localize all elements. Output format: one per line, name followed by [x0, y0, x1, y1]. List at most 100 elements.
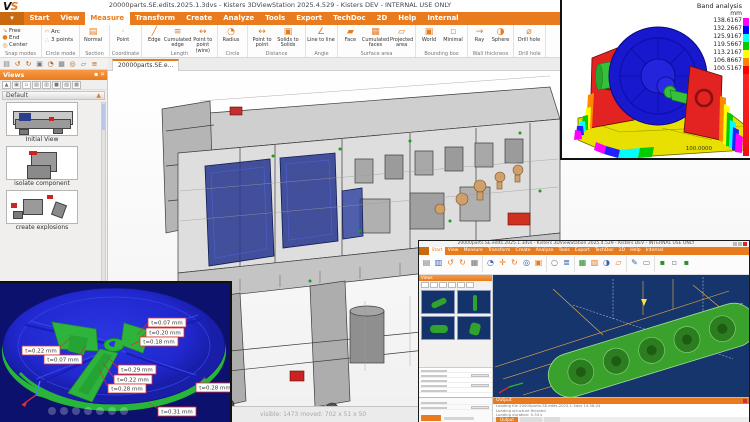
document-tab[interactable]: 20000parts.SE.e...	[112, 59, 179, 71]
settings-icon[interactable]: ≡	[90, 60, 99, 68]
view-tool-icon[interactable]: ▨	[62, 81, 71, 89]
fit-icon[interactable]: ▦	[57, 60, 66, 68]
projected-area-button[interactable]: ▱Projected area	[389, 26, 414, 49]
win2-view-thumbnail[interactable]	[457, 316, 491, 340]
edge-button[interactable]: ╱Edge	[143, 26, 166, 49]
views-section-default[interactable]: Default▲	[2, 91, 105, 100]
clip-icon[interactable]: ▱	[613, 256, 624, 269]
structure-icon[interactable]: ≣	[561, 256, 572, 269]
zoom-in-icon[interactable]: ◔	[485, 256, 496, 269]
cumulated-edge-button[interactable]: ≡Cumulated edge	[166, 26, 190, 49]
views-grid-icon[interactable]: ▦	[577, 256, 588, 269]
minimize-button[interactable]	[733, 242, 737, 246]
maximize-button[interactable]	[738, 242, 742, 246]
zoom-icon[interactable]: ◔	[46, 60, 55, 68]
mini-tool-icon[interactable]	[466, 282, 474, 288]
section-normal-button[interactable]: ▤Normal	[81, 26, 105, 49]
win2-tab[interactable]: Transform	[485, 247, 513, 255]
minimal-button[interactable]: ▫Minimal	[441, 26, 465, 49]
ray-button[interactable]: →Ray	[469, 26, 490, 49]
tab-internal[interactable]: Internal	[422, 12, 464, 25]
close-icon[interactable]: ✕	[100, 71, 105, 78]
mini-tool-icon[interactable]	[448, 282, 456, 288]
open-icon[interactable]: ▤	[421, 256, 432, 269]
render-icon[interactable]: ◑	[601, 256, 612, 269]
view-tool-icon[interactable]: ▥	[42, 81, 51, 89]
views-icon[interactable]: ▱	[79, 60, 88, 68]
view-tool-icon[interactable]: ▩	[72, 81, 81, 89]
win2-tab[interactable]: TechDoc	[592, 247, 616, 255]
markup-icon[interactable]: ✎	[629, 256, 640, 269]
win2-tab[interactable]: Tools	[556, 247, 572, 255]
cumulated-faces-button[interactable]: ▦Cumulated faces	[362, 26, 389, 49]
tab-create[interactable]: Create	[181, 12, 218, 25]
checkbox-icon[interactable]: ▪	[681, 256, 692, 269]
win2-tab-placeholder[interactable]	[544, 417, 560, 422]
win2-prop-row[interactable]	[419, 388, 492, 393]
rotate-icon[interactable]: ↻	[509, 256, 520, 269]
win2-tab-placeholder[interactable]	[520, 417, 542, 422]
win2-tab[interactable]: Export	[572, 247, 592, 255]
win2-view-thumbnail[interactable]	[457, 290, 491, 314]
note-icon[interactable]: ▭	[641, 256, 652, 269]
redo-icon[interactable]: ↻	[24, 60, 33, 68]
tab-transform[interactable]: Transform	[130, 12, 181, 25]
tab-export[interactable]: Export	[291, 12, 328, 25]
mini-tool-icon[interactable]	[421, 282, 429, 288]
world-button[interactable]: ▣World	[417, 26, 441, 49]
view-thumbnail-isolate[interactable]	[6, 146, 78, 180]
print-icon[interactable]: ▦	[469, 256, 480, 269]
snap-free-button[interactable]: ↘Free	[1, 27, 28, 34]
undo-icon[interactable]: ↺	[445, 256, 456, 269]
redo-icon[interactable]: ↻	[457, 256, 468, 269]
drill-hole-button[interactable]: ⌀Drill hole	[515, 26, 543, 49]
fit-icon[interactable]: ◎	[521, 256, 532, 269]
view-thumbnail-initial[interactable]	[6, 102, 78, 136]
win2-3d-viewport[interactable]	[493, 275, 749, 397]
view-tool-icon[interactable]: ▲	[2, 81, 11, 89]
win2-tab[interactable]: Start	[429, 247, 445, 255]
mini-tool-icon[interactable]	[457, 282, 465, 288]
checkbox-icon[interactable]: ▪	[657, 256, 668, 269]
tab-techdoc[interactable]: TechDoc	[328, 12, 372, 25]
win2-tab[interactable]: Measure	[461, 247, 485, 255]
snap-center-button[interactable]: ◎Center	[1, 42, 28, 49]
win2-tab[interactable]: Help	[628, 247, 643, 255]
sphere-button[interactable]: ◑Sphere	[490, 26, 511, 49]
home-view-icon[interactable]: ◎	[68, 60, 77, 68]
win2-tab[interactable]: Analyze	[533, 247, 556, 255]
save-icon[interactable]: ▥	[433, 256, 444, 269]
option-icon[interactable]: ▫	[669, 256, 680, 269]
win2-filter-chip[interactable]	[421, 415, 441, 421]
view-tool-icon[interactable]: ▣	[12, 81, 21, 89]
win2-view-thumbnail[interactable]	[421, 290, 455, 314]
solids-to-solids-button[interactable]: ▣Solids to Solids	[275, 26, 301, 49]
tab-2d[interactable]: 2D	[371, 12, 393, 25]
tab-analyze[interactable]: Analyze	[218, 12, 260, 25]
view-tool-icon[interactable]: ■	[52, 81, 61, 89]
view-tool-icon[interactable]: ▧	[32, 81, 41, 89]
camera-icon[interactable]: ▧	[589, 256, 600, 269]
win2-view-thumbnail[interactable]	[421, 316, 455, 340]
view-thumbnail-explosion[interactable]	[6, 190, 78, 224]
search-icon[interactable]: ○	[549, 256, 560, 269]
point-to-point-button[interactable]: ↔Point to point	[249, 26, 275, 49]
select-icon[interactable]: ▣	[533, 256, 544, 269]
tab-measure[interactable]: Measure	[85, 12, 130, 25]
tab-tools[interactable]: Tools	[260, 12, 291, 25]
pin-icon[interactable]: ▪	[94, 71, 98, 78]
point-to-point-wire-button[interactable]: ↔Point to point (wire)	[190, 26, 216, 49]
undo-icon[interactable]: ↺	[13, 60, 22, 68]
face-button[interactable]: ▰Face	[339, 26, 362, 49]
win2-tab[interactable]: View	[445, 247, 461, 255]
radius-button[interactable]: ◔Radius	[219, 26, 243, 49]
line-to-line-button[interactable]: ∠Line to line	[307, 26, 335, 49]
mini-tool-icon[interactable]	[430, 282, 438, 288]
snap-end-button[interactable]: ●End	[1, 34, 28, 41]
view-tool-icon[interactable]: ▫	[22, 81, 31, 89]
point-button[interactable]: ·Point	[111, 26, 135, 49]
close-button[interactable]	[743, 242, 747, 246]
win2-tab[interactable]: Internal	[643, 247, 666, 255]
tab-help[interactable]: Help	[393, 12, 422, 25]
win2-tab[interactable]: 2D	[616, 247, 628, 255]
